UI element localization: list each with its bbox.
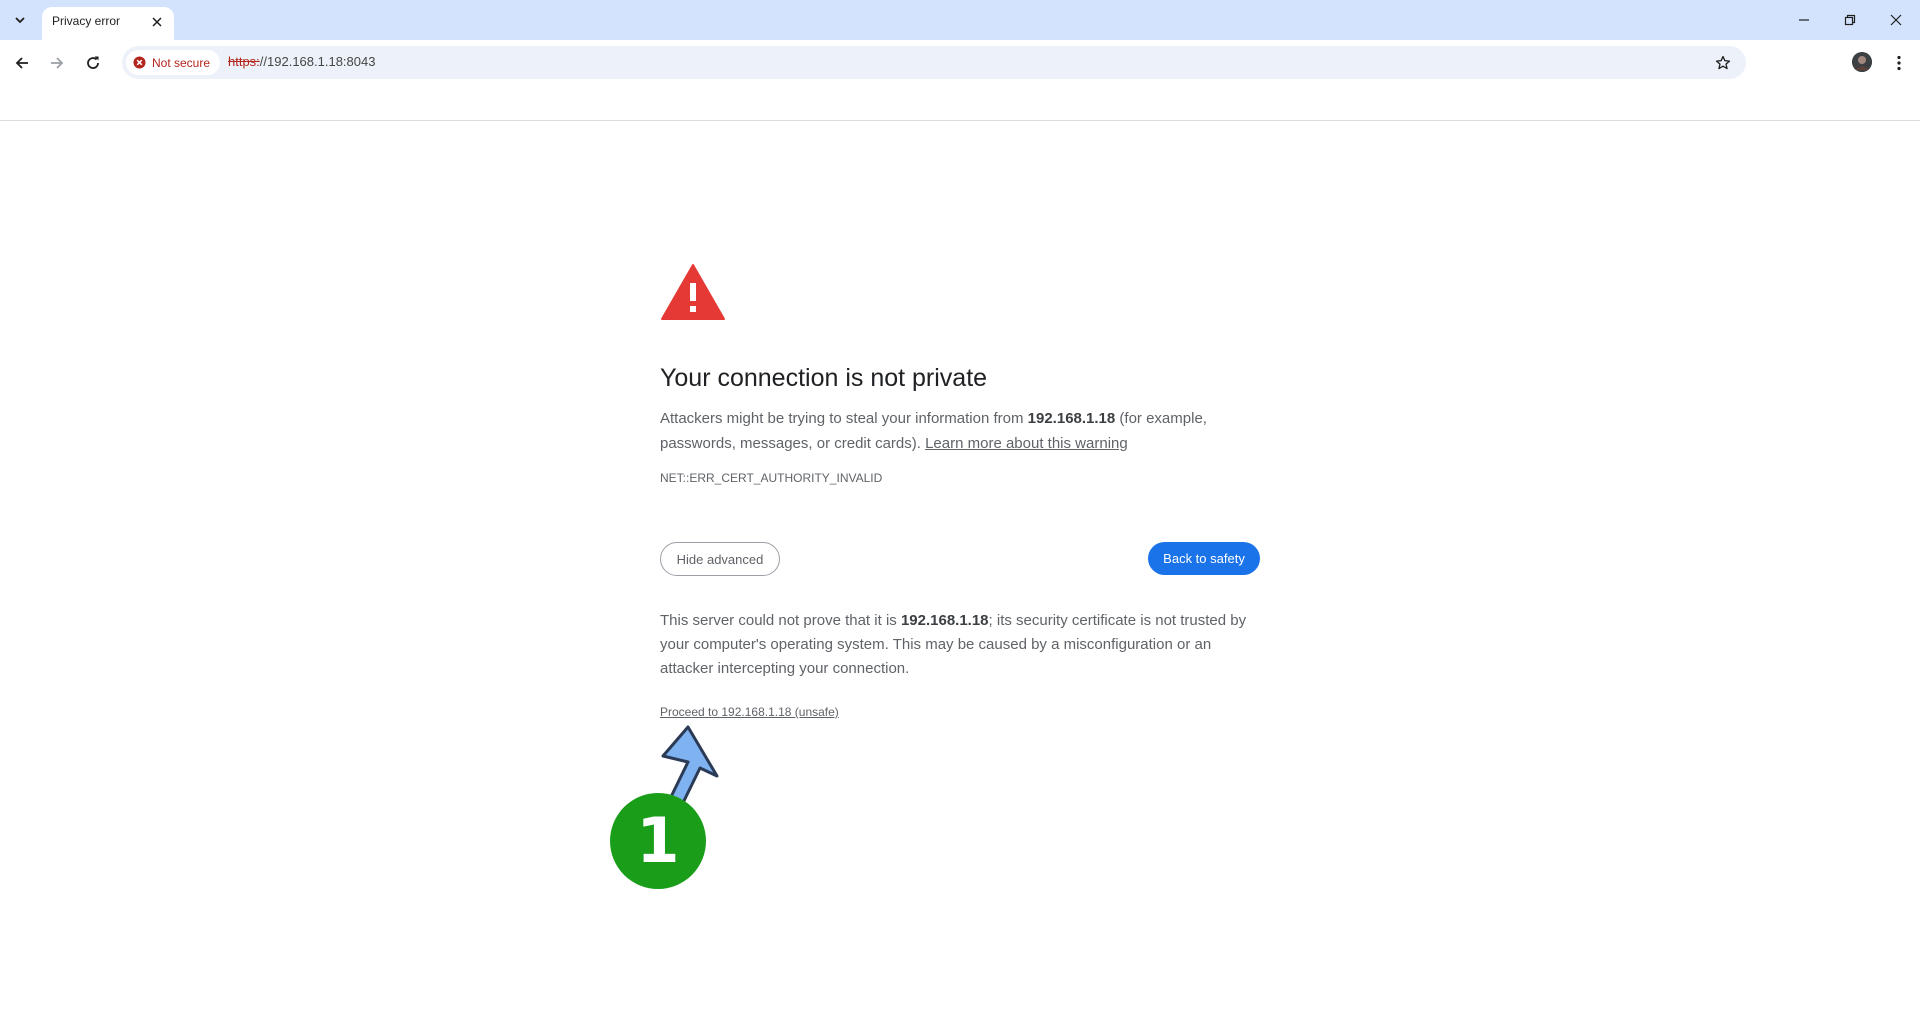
learn-more-link[interactable]: Learn more about this warning bbox=[925, 435, 1128, 452]
warning-triangle-icon bbox=[661, 264, 725, 320]
hide-advanced-button[interactable]: Hide advanced bbox=[660, 542, 780, 576]
reload-icon bbox=[87, 56, 99, 69]
url-host: //192.168.1.18:8043 bbox=[259, 54, 376, 69]
url-text[interactable]: https://192.168.1.18:8043 bbox=[228, 54, 375, 69]
explanation-text: Attackers might be trying to steal your … bbox=[660, 407, 1250, 456]
minimize-icon bbox=[1799, 19, 1809, 21]
close-window-button[interactable] bbox=[1873, 0, 1919, 40]
minimize-button[interactable] bbox=[1781, 0, 1827, 40]
star-icon bbox=[1715, 55, 1731, 70]
back-to-safety-button[interactable]: Back to safety bbox=[1148, 542, 1260, 575]
step-number: 1 bbox=[636, 804, 680, 877]
error-icon bbox=[133, 56, 146, 69]
arrow-right-icon bbox=[51, 57, 64, 69]
details-before: This server could not prove that it is bbox=[660, 612, 901, 629]
close-icon bbox=[1890, 14, 1902, 26]
details-text: This server could not prove that it is 1… bbox=[660, 609, 1260, 681]
browser-menu-button[interactable] bbox=[1887, 49, 1911, 77]
kebab-icon bbox=[1897, 55, 1901, 71]
arrow-left-icon bbox=[15, 57, 28, 69]
tab-title: Privacy error bbox=[52, 14, 121, 28]
back-button[interactable] bbox=[8, 49, 36, 77]
explanation-before: Attackers might be trying to steal your … bbox=[660, 410, 1028, 427]
address-bar[interactable]: Not secure https://192.168.1.18:8043 bbox=[122, 46, 1746, 79]
forward-button[interactable] bbox=[43, 49, 71, 77]
close-icon bbox=[152, 17, 162, 27]
tab-close-button[interactable] bbox=[148, 13, 166, 31]
tab-strip: Privacy error bbox=[0, 0, 1920, 40]
page-title: Your connection is not private bbox=[660, 364, 988, 392]
url-scheme: https: bbox=[228, 54, 260, 69]
error-code: NET::ERR_CERT_AUTHORITY_INVALID bbox=[660, 471, 883, 485]
tab-privacy-error[interactable]: Privacy error bbox=[42, 7, 174, 40]
security-label: Not secure bbox=[152, 55, 211, 70]
chevron-down-icon bbox=[15, 17, 25, 24]
toolbar-divider bbox=[0, 120, 1920, 121]
toolbar: Not secure https://192.168.1.18:8043 bbox=[0, 40, 1920, 85]
step-badge: 1 bbox=[610, 793, 706, 889]
security-chip[interactable]: Not secure bbox=[126, 50, 221, 75]
restore-icon bbox=[1844, 14, 1856, 26]
explanation-host: 192.168.1.18 bbox=[1027, 410, 1116, 427]
reload-button[interactable] bbox=[79, 49, 107, 77]
restore-button[interactable] bbox=[1827, 0, 1873, 40]
tab-search-button[interactable] bbox=[7, 7, 33, 33]
details-host: 192.168.1.18 bbox=[900, 612, 989, 629]
proceed-unsafe-link[interactable]: Proceed to 192.168.1.18 (unsafe) bbox=[660, 705, 839, 719]
bookmark-button[interactable] bbox=[1712, 52, 1734, 74]
profile-avatar[interactable] bbox=[1852, 52, 1872, 72]
avatar-icon bbox=[1852, 52, 1872, 72]
